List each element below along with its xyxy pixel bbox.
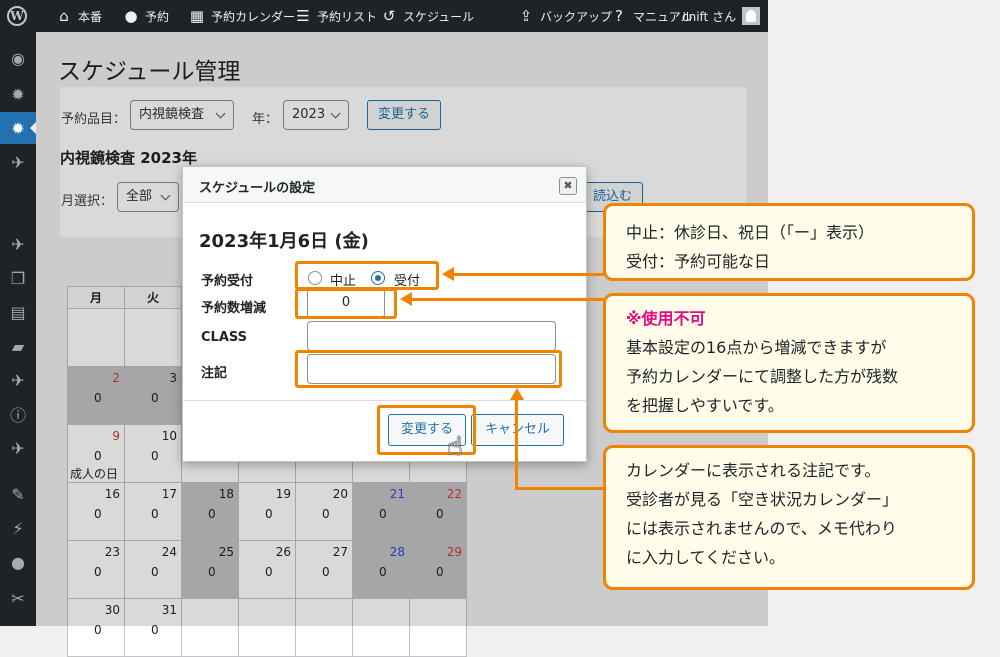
count-label: 予約数増減 <box>201 301 267 316</box>
adminbar-item-site[interactable]: ⌂ 本番 <box>55 0 102 32</box>
highlight-reception <box>295 261 439 290</box>
highlight-note <box>295 350 562 388</box>
callout-note: カレンダーに表示される注記です。 受診者が見る「空き状況カレンダー」 には表示さ… <box>603 445 975 590</box>
history-icon: ↺ <box>382 7 396 25</box>
circle-icon: ● <box>124 7 138 25</box>
callout-text: 受診者が見る「空き状況カレンダー」 <box>626 490 899 509</box>
dialog-title: スケジュールの設定 <box>199 181 316 196</box>
adminbar-item-manual[interactable]: ? マニュアル <box>610 0 693 32</box>
pages-icon[interactable]: ▤ <box>0 296 36 328</box>
reception-label: 予約受付 <box>201 274 254 289</box>
background-strip <box>768 0 1000 32</box>
class-label: CLASS <box>201 330 248 345</box>
callout-text: を把握しやすいです。 <box>626 396 784 415</box>
media-icon[interactable]: ❐ <box>0 262 36 294</box>
callout-warning: ※使用不可 <box>626 309 706 328</box>
pin-icon[interactable]: ✈ <box>0 432 36 464</box>
arrow-left-icon <box>442 267 454 281</box>
avatar[interactable] <box>742 7 760 25</box>
calendar-icon: ▦ <box>189 7 205 25</box>
connector-line <box>515 487 604 490</box>
class-field[interactable] <box>307 321 556 351</box>
callout-text: には表示されませんので、メモ代わり <box>626 519 897 538</box>
home-icon: ⌂ <box>59 7 69 25</box>
admin-bar: W ⌂ 本番 ● 予約 ▦ 予約カレンダー ☰ 予約リスト ↺ スケジュール ⇪… <box>0 0 768 32</box>
adminbar-item-user[interactable]: cnift さん <box>682 0 736 32</box>
dashboard-icon[interactable]: ◉ <box>0 42 36 74</box>
tools-icon[interactable]: ✂ <box>0 582 36 614</box>
hand-pointer-icon: ☝ <box>447 432 463 462</box>
callout-text: 基本設定の16点から増減できますが <box>626 338 887 357</box>
callout-text: 予約カレンダーにて調整した方が残数 <box>626 367 899 386</box>
adminbar-item-list[interactable]: ☰ 予約リスト <box>294 0 377 32</box>
settings-icon[interactable]: ✹ <box>0 78 36 110</box>
connector-line <box>452 273 604 276</box>
pin-icon[interactable]: ✈ <box>0 364 36 396</box>
pin-icon[interactable]: ✈ <box>0 146 36 178</box>
arrow-up-icon <box>510 388 524 400</box>
adminbar-item-schedule[interactable]: ↺ スケジュール <box>380 0 474 32</box>
callout-count: ※使用不可 基本設定の16点から増減できますが 予約カレンダーにて調整した方が残… <box>603 293 975 433</box>
dialog-date: 2023年1月6日 (金) <box>199 231 369 252</box>
note-label: 注記 <box>201 366 228 381</box>
arrow-left-icon <box>400 292 412 306</box>
adminbar-item-calendar[interactable]: ▦ 予約カレンダー <box>188 0 295 32</box>
upload-icon: ⇪ <box>519 7 533 25</box>
list-icon: ☰ <box>296 7 310 25</box>
help-icon: ? <box>615 7 623 25</box>
callout-text: 中止：休診日、祝日（「ー」表示） <box>626 223 875 242</box>
highlight-count <box>295 288 397 319</box>
dialog-divider <box>183 400 586 401</box>
info-icon[interactable]: ⓘ <box>0 398 36 430</box>
comments-icon[interactable]: ▰ <box>0 330 36 362</box>
close-icon[interactable]: ✖ <box>559 177 577 195</box>
adminbar-item-backup[interactable]: ⇪ バックアップ <box>517 0 612 32</box>
pin-icon[interactable]: ✈ <box>0 228 36 260</box>
connector-line <box>410 298 604 301</box>
connector-line <box>515 400 518 490</box>
dialog-header: スケジュールの設定 ✖ <box>183 167 586 203</box>
users-icon[interactable]: ● <box>0 546 36 578</box>
plugins-icon[interactable]: ⚡ <box>0 512 36 544</box>
admin-sidebar: ◉ ✹ ✹ ✈ ✈ ❐ ▤ ▰ ✈ ⓘ ✈ ✎ ⚡ ● ✂ <box>0 32 36 626</box>
adminbar-item-reserve[interactable]: ● 予約 <box>122 0 169 32</box>
wordpress-logo-icon[interactable]: W <box>7 6 27 26</box>
callout-reception: 中止：休診日、祝日（「ー」表示） 受付：予約可能な日 <box>603 203 975 281</box>
callout-text: 受付：予約可能な日 <box>626 252 771 271</box>
callout-text: に入力してください。 <box>626 548 786 567</box>
callout-text: カレンダーに表示される注記です。 <box>626 461 881 480</box>
appearance-icon[interactable]: ✎ <box>0 478 36 510</box>
settings-active-icon[interactable]: ✹ <box>0 112 36 144</box>
